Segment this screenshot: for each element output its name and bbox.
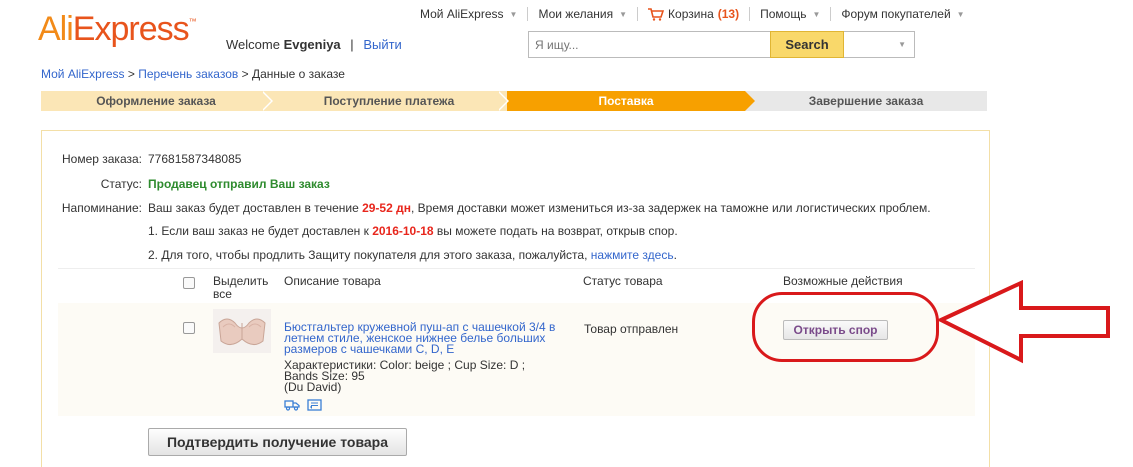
- col-description: Описание товара: [284, 274, 381, 288]
- chevron-down-icon: ▼: [619, 9, 628, 19]
- welcome-separator: |: [350, 37, 354, 52]
- nav-cart-label: Корзина: [668, 7, 714, 21]
- logo-express: Express: [72, 10, 190, 48]
- chevron-down-icon: ▼: [956, 9, 965, 19]
- nav-forum-label: Форум покупателей: [841, 7, 951, 21]
- order-note-2: 2. Для того, чтобы продлить Защиту покуп…: [148, 248, 677, 262]
- nav-wishlist-label: Мои желания: [538, 7, 614, 21]
- extend-protection-link[interactable]: нажмите здесь: [591, 248, 674, 262]
- search-button[interactable]: Search: [770, 31, 844, 58]
- chevron-down-icon: ▼: [898, 40, 906, 49]
- username: Evgeniya: [283, 37, 341, 52]
- step-label: Оформление заказа: [96, 94, 216, 108]
- col-actions: Возможные действия: [783, 274, 903, 288]
- logout-link[interactable]: Выйти: [363, 37, 402, 52]
- note1-part2: вы можете подать на возврат, открыв спор…: [433, 224, 678, 238]
- confirm-receipt-button[interactable]: Подтвердить получение товара: [148, 428, 407, 456]
- snapshot-icon[interactable]: [307, 399, 322, 411]
- order-number-label: Номер заказа:: [61, 152, 142, 166]
- delivery-days: 29-52 дн: [362, 201, 411, 215]
- nav-divider: [637, 7, 639, 21]
- step-complete: Завершение заказа: [745, 91, 987, 111]
- breadcrumb-orders[interactable]: Перечень заказов: [138, 67, 238, 81]
- nav-cart[interactable]: Корзина (13): [648, 7, 739, 21]
- breadcrumb-my-aliexpress[interactable]: Мой AliExpress: [41, 67, 125, 81]
- row-icons: [284, 399, 322, 411]
- product-thumbnail[interactable]: [213, 309, 271, 353]
- reminder-part2: , Время доставки может измениться из-за …: [410, 201, 931, 215]
- nav-divider: [527, 7, 529, 21]
- nav-divider: [749, 7, 751, 21]
- nav-help-label: Помощь: [760, 7, 807, 21]
- item-checkbox[interactable]: [183, 322, 195, 334]
- nav-my-aliexpress[interactable]: Мой AliExpress ▼: [420, 7, 517, 21]
- step-divider-arrow: [497, 91, 507, 111]
- aliexpress-logo[interactable]: AliExpress™: [38, 10, 197, 48]
- step-label: Поступление платежа: [323, 94, 455, 108]
- step-divider-arrow: [261, 91, 271, 111]
- search-input[interactable]: [528, 31, 770, 58]
- step-divider-arrow: [745, 91, 755, 111]
- order-number-value: 77681587348085: [148, 152, 242, 166]
- step-payment: Поступление платежа: [271, 91, 507, 111]
- cart-count-badge: (13): [717, 7, 740, 21]
- chevron-down-icon: ▼: [812, 9, 821, 19]
- order-reminder-label: Напоминание:: [61, 201, 142, 215]
- nav-forum[interactable]: Форум покупателей ▼: [841, 7, 964, 21]
- col-select-all: Выделить все: [213, 274, 269, 301]
- col-status: Статус товара: [583, 274, 663, 288]
- search-bar: Search ▼: [528, 31, 915, 58]
- note2-end: .: [673, 248, 677, 262]
- logo-trademark: ™: [188, 17, 197, 26]
- item-status: Товар отправлен: [584, 322, 679, 336]
- search-category-dropdown[interactable]: ▼: [844, 31, 915, 58]
- note2-part1: 2. Для того, чтобы продлить Защиту покуп…: [148, 248, 591, 262]
- select-all-checkbox[interactable]: [183, 277, 195, 289]
- order-reminder-text: Ваш заказ будет доставлен в течение 29-5…: [148, 201, 931, 215]
- pointer-arrow-annotation: [936, 280, 1110, 364]
- product-title-link[interactable]: Бюстгальтер кружевной пуш-ап с чашечкой …: [284, 321, 564, 355]
- step-shipping: Поставка: [507, 91, 745, 111]
- note1-part1: 1. Если ваш заказ не будет доставлен к: [148, 224, 373, 238]
- breadcrumb-separator: >: [124, 67, 139, 81]
- nav-wishlist[interactable]: Мои желания ▼: [538, 7, 627, 21]
- welcome-text: Welcome: [226, 37, 280, 52]
- product-seller: (Du David): [284, 380, 342, 394]
- logo-ali: Ali: [38, 10, 74, 48]
- dispute-deadline-date: 2016-10-18: [372, 224, 434, 238]
- order-note-1: 1. Если ваш заказ не будет доставлен к 2…: [148, 224, 678, 238]
- order-status-value: Продавец отправил Ваш заказ: [148, 177, 330, 191]
- breadcrumb-separator: >: [238, 67, 252, 81]
- breadcrumb-current: Данные о заказе: [251, 67, 345, 81]
- step-order-placed: Оформление заказа: [41, 91, 271, 111]
- shipping-truck-icon[interactable]: [284, 399, 300, 411]
- step-label: Завершение заказа: [808, 94, 924, 108]
- reminder-part1: Ваш заказ будет доставлен в течение: [148, 201, 363, 215]
- highlight-oval-annotation: [752, 292, 939, 362]
- nav-help[interactable]: Помощь ▼: [760, 7, 820, 21]
- product-properties: Характеристики: Color: beige ; Cup Size:…: [284, 359, 564, 394]
- welcome-bar: Welcome Evgeniya | Выйти: [226, 37, 402, 52]
- nav-divider: [830, 7, 832, 21]
- chevron-down-icon: ▼: [509, 9, 518, 19]
- cart-icon: [648, 7, 665, 21]
- breadcrumb: Мой AliExpress > Перечень заказов > Данн…: [41, 67, 345, 81]
- nav-my-aliexpress-label: Мой AliExpress: [420, 7, 504, 21]
- order-progress-steps: Оформление заказа Поступление платежа По…: [41, 91, 987, 111]
- order-status-label: Статус:: [100, 177, 142, 191]
- step-label: Поставка: [598, 94, 654, 108]
- top-navigation: Мой AliExpress ▼ Мои желания ▼ Корзина (…: [420, 7, 965, 21]
